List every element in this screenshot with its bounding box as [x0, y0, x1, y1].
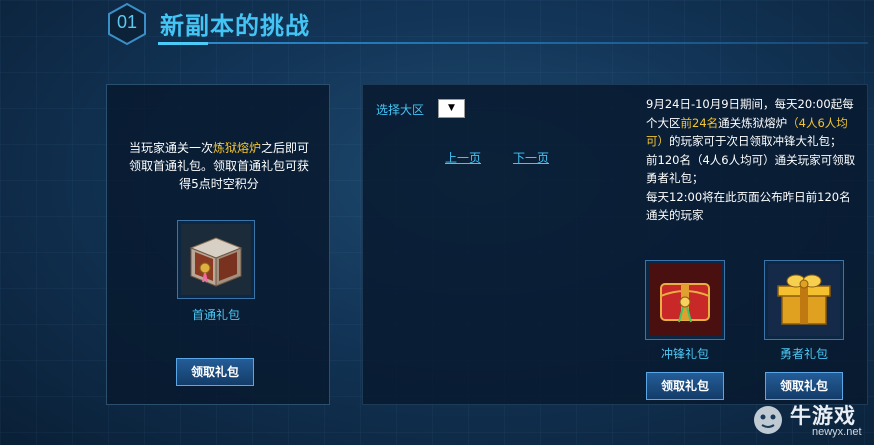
- prev-page-link[interactable]: 上一页: [445, 149, 481, 166]
- gold-gift-box-icon: [768, 264, 840, 336]
- chevron-down-icon: ▼: [448, 103, 455, 113]
- dungeon-name-highlight: 炼狱熔炉: [212, 141, 261, 155]
- treasure-chest-icon: [181, 224, 251, 295]
- site-watermark-url: newyx.net: [812, 426, 862, 438]
- brave-gift-claim-button[interactable]: 领取礼包: [765, 372, 843, 400]
- brave-gift-name: 勇者礼包: [779, 347, 828, 361]
- first-clear-gift-image: [177, 220, 255, 299]
- rules-text-1b: 通关炼狱熔炉: [718, 115, 788, 130]
- red-treasure-chest-icon: [649, 264, 721, 336]
- charge-gift-image: [645, 260, 725, 340]
- rules-text-3: 每天12:00将在此页面公布昨日前120名通关的玩家: [646, 189, 851, 223]
- section-number: 01: [116, 12, 138, 32]
- first-clear-description: 当玩家通关一次炼狱熔炉之后即可领取首通礼包。领取首通礼包可获得5点时空积分: [124, 139, 314, 193]
- title-divider-accent: [158, 42, 208, 45]
- region-select-label: 选择大区: [376, 103, 425, 117]
- charge-gift-claim-button[interactable]: 领取礼包: [646, 372, 724, 400]
- section-title: 新副本的挑战: [160, 12, 310, 40]
- first-clear-gift-name: 首通礼包: [191, 308, 240, 322]
- brave-gift-image: [764, 260, 844, 340]
- title-divider: [158, 42, 868, 44]
- rules-highlight-top24: 前24名: [680, 115, 719, 130]
- rules-text-1c: 的玩家可于次日领取冲锋大礼包；: [669, 134, 842, 148]
- next-page-link[interactable]: 下一页: [513, 149, 549, 166]
- charge-gift-name: 冲锋礼包: [660, 347, 709, 361]
- event-rules-text: 9月24日-10月9日期间，每天20:00起每个大区前24名通关炼狱熔炉（4人6…: [646, 95, 860, 225]
- first-clear-claim-button[interactable]: 领取礼包: [176, 358, 254, 386]
- region-select-dropdown[interactable]: ▼: [438, 99, 465, 118]
- desc-text-1: 当玩家通关一次: [128, 141, 213, 155]
- rules-text-2: 前120名（4人6人均可）通关玩家可领取勇者礼包；: [646, 152, 856, 186]
